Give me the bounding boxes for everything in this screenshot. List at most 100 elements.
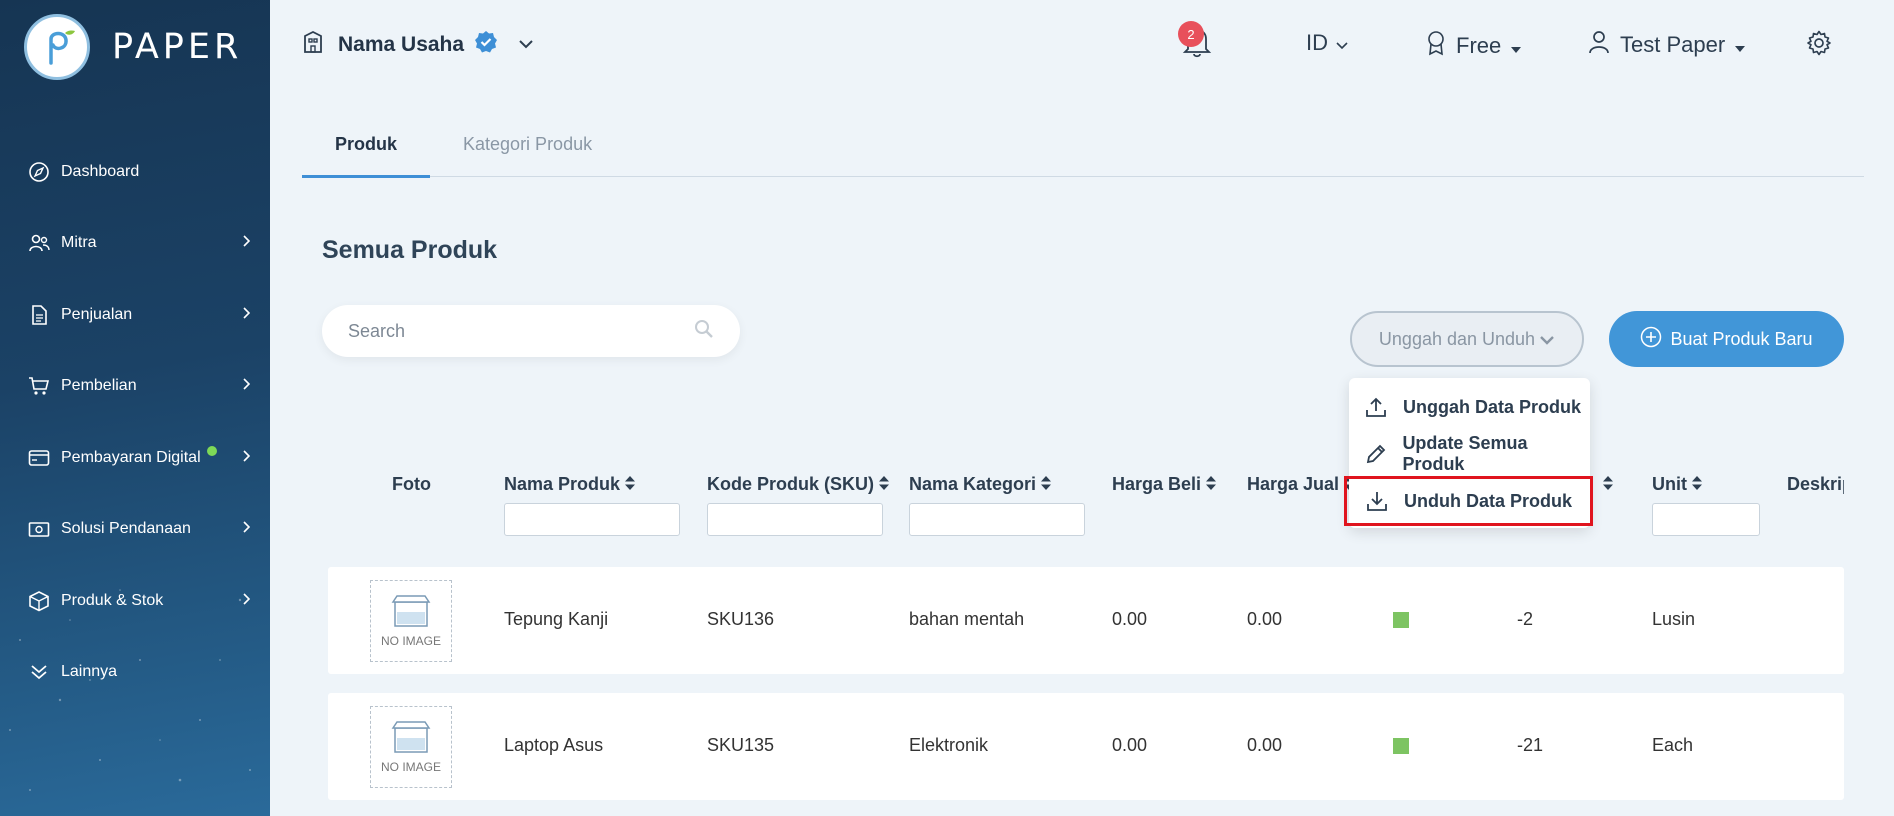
compass-icon	[27, 160, 51, 184]
no-image-placeholder: NO IMAGE	[370, 706, 452, 788]
chevron-down-icon	[1336, 30, 1348, 56]
column-header-stok-sort[interactable]	[1598, 474, 1613, 495]
sidebar-item-label: Pembayaran Digital	[61, 448, 201, 466]
sort-icon[interactable]	[1692, 474, 1702, 495]
cell-stok: -21	[1517, 735, 1544, 755]
plan-selector[interactable]: Free	[1426, 30, 1522, 62]
chevron-down-icon	[1539, 329, 1555, 350]
gear-icon	[1806, 30, 1832, 62]
chevron-down-icon	[518, 36, 534, 54]
brand-logo[interactable]: PAPER	[24, 14, 242, 80]
chevron-right-icon	[242, 520, 251, 538]
notification-button[interactable]: 2	[1178, 21, 1212, 64]
cell-harga-beli: 0.00	[1112, 609, 1148, 629]
menu-item-label: Update Semua Produk	[1402, 433, 1528, 474]
building-icon	[302, 30, 324, 59]
sidebar-item-dashboard[interactable]: Dashboard	[0, 136, 270, 208]
chevron-right-icon	[242, 234, 251, 252]
cart-icon	[27, 374, 51, 398]
sidebar-item-lainnya[interactable]: Lainnya	[0, 637, 270, 709]
cell-harga-jual: 0.00	[1247, 609, 1283, 629]
cell-unit: Each	[1652, 735, 1694, 755]
user-icon	[1588, 30, 1610, 60]
tab-produk[interactable]: Produk	[302, 118, 431, 178]
plus-circle-icon	[1640, 326, 1662, 353]
new-product-label: Buat Produk Baru	[1670, 328, 1813, 349]
money-icon	[27, 517, 51, 541]
chevron-right-icon	[242, 377, 251, 395]
column-header-deskripsi[interactable]: Deskrip	[1787, 474, 1844, 495]
language-selector[interactable]: ID	[1306, 30, 1348, 56]
menu-item-unggah-data-produk[interactable]: Unggah Data Produk	[1349, 384, 1590, 430]
top-header: Nama Usaha 2 ID Free Test Paper	[270, 0, 1894, 90]
search-input[interactable]	[348, 320, 694, 342]
no-image-label: NO IMAGE	[380, 760, 441, 774]
settings-button[interactable]	[1806, 30, 1832, 62]
menu-item-update-semua-produk[interactable]: Update Semua Produk	[1349, 431, 1590, 477]
column-header-unit[interactable]: Unit	[1652, 474, 1702, 495]
sort-icon[interactable]	[1603, 474, 1613, 495]
chevron-right-icon	[242, 306, 251, 324]
chevron-right-icon	[242, 449, 251, 467]
sidebar-item-label: Solusi Pendanaan	[61, 520, 191, 538]
chevron-right-icon	[242, 592, 251, 610]
column-header-nama-kategori[interactable]: Nama Kategori	[909, 474, 1052, 495]
filter-kode-produk[interactable]	[707, 503, 883, 536]
new-product-button[interactable]: Buat Produk Baru	[1609, 311, 1844, 367]
page-title: Semua Produk	[322, 236, 498, 264]
sidebar-item-label: Penjualan	[61, 305, 133, 323]
cell-harga-beli: 0.00	[1112, 735, 1148, 755]
sidebar-item-solusi-pendanaan[interactable]: Solusi Pendanaan	[0, 494, 270, 566]
column-header-kode-produk[interactable]: Kode Produk (SKU)	[707, 474, 890, 495]
caret-down-icon	[1735, 32, 1746, 58]
filter-nama-kategori[interactable]	[909, 503, 1085, 536]
sidebar-item-mitra[interactable]: Mitra	[0, 208, 270, 280]
sidebar-item-label: Produk & Stok	[61, 591, 164, 609]
plan-label: Free	[1456, 33, 1502, 58]
upload-download-menu: Unggah Data Produk Update Semua Produk U…	[1344, 378, 1593, 528]
sidebar-item-penjualan[interactable]: Penjualan	[0, 279, 270, 351]
column-label: Deskrip	[1787, 474, 1844, 494]
sidebar-item-label: Pembelian	[61, 377, 137, 395]
search-icon[interactable]	[694, 319, 714, 344]
sidebar-item-pembelian[interactable]: Pembelian	[0, 351, 270, 423]
card-icon	[27, 446, 51, 470]
menu-item-unduh-data-produk[interactable]: Unduh Data Produk	[1344, 476, 1593, 526]
sidebar-item-pembayaran-digital[interactable]: Pembayaran Digital	[0, 422, 270, 494]
cell-kode-produk: SKU135	[707, 735, 775, 755]
column-label: Harga Jual	[1247, 474, 1340, 494]
user-menu[interactable]: Test Paper	[1588, 30, 1746, 60]
sidebar-item-produk-stok[interactable]: Produk & Stok	[0, 565, 270, 637]
tab-kategori-produk[interactable]: Kategori Produk	[430, 118, 625, 177]
table-row[interactable]: NO IMAGE Laptop Asus SKU135 Elektronik 0…	[328, 693, 1844, 800]
column-header-nama-produk[interactable]: Nama Produk	[504, 474, 636, 495]
cell-stok: -2	[1517, 609, 1534, 629]
cell-nama-kategori: bahan mentah	[909, 609, 1025, 629]
sort-icon[interactable]	[879, 474, 890, 495]
column-header-harga-jual[interactable]: Harga Jual	[1247, 474, 1355, 495]
table-row[interactable]: NO IMAGE Tepung Kanji SKU136 bahan menta…	[328, 567, 1844, 674]
cell-nama-produk: Tepung Kanji	[504, 609, 609, 629]
new-indicator-dot	[206, 445, 217, 456]
sidebar-item-label: Dashboard	[61, 162, 140, 180]
download-icon	[1366, 490, 1390, 512]
pencil-icon	[1365, 443, 1388, 465]
status-indicator	[1393, 738, 1409, 754]
sort-icon[interactable]	[625, 474, 636, 495]
users-icon	[27, 231, 51, 255]
column-header-harga-beli[interactable]: Harga Beli	[1112, 474, 1217, 495]
sort-icon[interactable]	[1206, 474, 1217, 495]
cell-nama-produk: Laptop Asus	[504, 735, 604, 755]
brand-name: PAPER	[112, 27, 243, 67]
document-icon	[27, 303, 51, 327]
sort-icon[interactable]	[1041, 474, 1052, 495]
filter-unit[interactable]	[1652, 503, 1760, 536]
column-label: Harga Beli	[1112, 474, 1202, 494]
filter-nama-produk[interactable]	[504, 503, 680, 536]
menu-item-label: Unduh Data Produk	[1404, 490, 1573, 511]
business-selector[interactable]: Nama Usaha	[302, 30, 534, 59]
caret-down-icon	[1511, 33, 1522, 59]
user-name: Test Paper	[1620, 32, 1726, 57]
notification-badge: 2	[1178, 21, 1204, 47]
upload-download-button[interactable]: Unggah dan Unduh	[1350, 311, 1584, 367]
